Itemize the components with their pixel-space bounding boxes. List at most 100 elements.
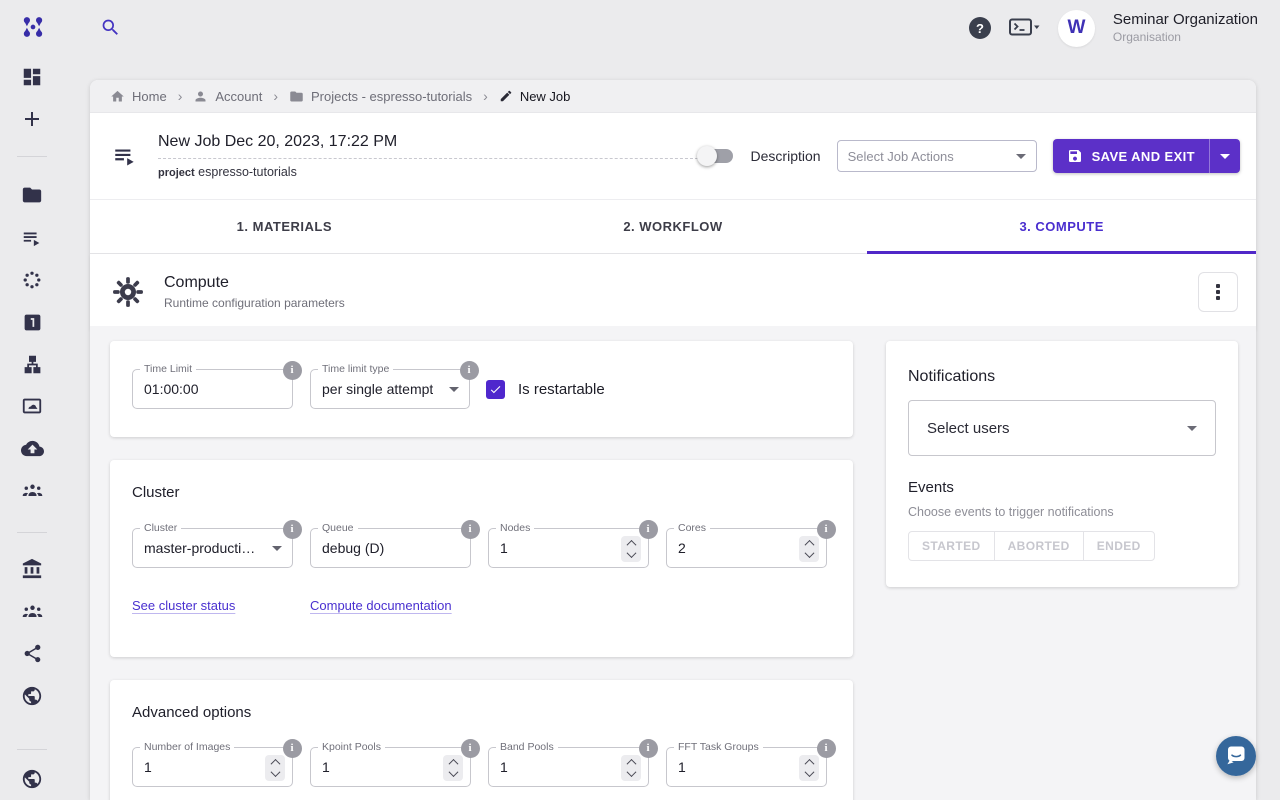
info-icon[interactable]: i	[461, 520, 480, 539]
breadcrumb-new-job[interactable]: New Job	[499, 89, 571, 104]
job-title-input[interactable]: New Job Dec 20, 2023, 17:22 PM	[158, 133, 698, 159]
sidebar-item-workflows[interactable]	[0, 301, 64, 343]
edit-icon	[499, 89, 513, 103]
console-icon[interactable]	[1009, 18, 1040, 38]
breadcrumb-label: Projects - espresso-tutorials	[311, 89, 472, 104]
info-icon[interactable]: i	[283, 520, 302, 539]
description-label: Description	[751, 148, 821, 164]
save-options-caret[interactable]	[1209, 139, 1240, 173]
dropdown-caret-icon	[272, 546, 282, 551]
org-name: Seminar Organization	[1113, 11, 1258, 30]
sidebar-item-bank[interactable]	[0, 548, 64, 590]
chat-launcher-button[interactable]	[1216, 736, 1256, 776]
breadcrumb-label: Account	[215, 89, 262, 104]
compute-section-header: Compute Runtime configuration parameters	[90, 254, 1256, 329]
select-users-placeholder: Select users	[927, 420, 1010, 437]
field-label: Queue	[318, 522, 358, 534]
project-value: espresso-tutorials	[198, 165, 297, 179]
cluster-status-link[interactable]: See cluster status	[132, 598, 310, 613]
sidebar-item-dashboard[interactable]	[0, 56, 64, 98]
field-label: Number of Images	[140, 741, 234, 753]
job-actions-select[interactable]: Select Job Actions	[837, 140, 1037, 172]
field-label: Kpoint Pools	[318, 741, 385, 753]
stepper-buttons[interactable]	[265, 755, 285, 781]
tab-materials[interactable]: 1. MATERIALS	[90, 200, 479, 253]
breadcrumb-home[interactable]: Home	[110, 89, 167, 104]
sidebar-item-materials[interactable]	[0, 259, 64, 301]
sidebar-item-uploads[interactable]	[0, 428, 64, 470]
compute-title: Compute	[164, 274, 345, 292]
time-limit-field[interactable]: Time Limit 01:00:00 i	[132, 369, 293, 409]
sidebar-item-designer[interactable]	[0, 343, 64, 385]
breadcrumb-project[interactable]: Projects - espresso-tutorials	[289, 89, 472, 104]
band-pools-stepper[interactable]: Band Pools 1 i	[488, 747, 649, 787]
time-limit-type-select[interactable]: Time limit type per single attempt i	[310, 369, 470, 409]
breadcrumb-separator: ›	[273, 88, 278, 104]
cores-stepper[interactable]: Cores 2 i	[666, 528, 827, 568]
compute-kebab-menu[interactable]	[1198, 272, 1238, 312]
search-icon[interactable]	[100, 17, 121, 38]
app-logo-icon[interactable]	[18, 12, 48, 42]
info-icon[interactable]: i	[639, 739, 658, 758]
compute-content: Time Limit 01:00:00 i Time limit type pe…	[90, 326, 1256, 800]
user-avatar[interactable]: W	[1058, 10, 1095, 47]
sidebar-item-projects[interactable]	[0, 174, 64, 216]
field-label: Time limit type	[318, 363, 393, 375]
sidebar-item-people[interactable]	[0, 590, 64, 632]
sidebar-item-media[interactable]	[0, 385, 64, 427]
nodes-stepper[interactable]: Nodes 1 i	[488, 528, 649, 568]
tab-label: 2. WORKFLOW	[623, 219, 722, 234]
project-label: project	[158, 167, 195, 179]
sidebar-item-team[interactable]	[0, 470, 64, 512]
tab-compute[interactable]: 3. COMPUTE	[867, 200, 1256, 253]
stepper-buttons[interactable]	[621, 536, 641, 562]
sidebar-item-share[interactable]	[0, 632, 64, 674]
fft-task-groups-stepper[interactable]: FFT Task Groups 1 i	[666, 747, 827, 787]
stepper-buttons[interactable]	[799, 536, 819, 562]
info-icon[interactable]: i	[817, 739, 836, 758]
breadcrumb: Home › Account › Projects - espresso-tut…	[90, 80, 1256, 113]
is-restartable-checkbox[interactable]: Is restartable	[486, 380, 605, 399]
field-label: FFT Task Groups	[674, 741, 763, 753]
field-label: Band Pools	[496, 741, 558, 753]
compute-documentation-link[interactable]: Compute documentation	[310, 598, 452, 613]
field-label: Nodes	[496, 522, 534, 534]
tab-workflow[interactable]: 2. WORKFLOW	[479, 200, 868, 253]
stepper-buttons[interactable]	[799, 755, 819, 781]
info-icon[interactable]: i	[283, 361, 302, 380]
info-icon[interactable]: i	[283, 739, 302, 758]
event-aborted-button[interactable]: ABORTED	[995, 532, 1084, 560]
checkbox-checked-icon	[486, 380, 505, 399]
sidebar-item-public[interactable]	[0, 675, 64, 717]
field-value: 1	[678, 759, 686, 775]
cluster-select[interactable]: Cluster master-productio… i	[132, 528, 293, 568]
description-toggle[interactable]	[699, 149, 733, 163]
info-icon[interactable]: i	[460, 361, 479, 380]
info-icon[interactable]: i	[639, 520, 658, 539]
main-panel: Home › Account › Projects - espresso-tut…	[90, 80, 1256, 800]
job-actions-placeholder: Select Job Actions	[848, 149, 954, 164]
select-users-dropdown[interactable]: Select users	[908, 400, 1216, 456]
help-icon[interactable]: ?	[969, 17, 991, 39]
save-and-exit-button[interactable]: SAVE AND EXIT	[1053, 139, 1240, 173]
sidebar-item-create[interactable]	[0, 98, 64, 140]
event-ended-button[interactable]: ENDED	[1084, 532, 1154, 560]
queue-field[interactable]: Queue debug (D) i	[310, 528, 471, 568]
dropdown-caret-icon	[1187, 426, 1197, 431]
cluster-card-title: Cluster	[132, 460, 831, 501]
sidebar-item-more[interactable]	[0, 758, 64, 800]
event-started-button[interactable]: STARTED	[909, 532, 995, 560]
info-icon[interactable]: i	[461, 739, 480, 758]
sidebar-item-jobs[interactable]	[0, 217, 64, 259]
field-value: 1	[500, 759, 508, 775]
breadcrumb-account[interactable]: Account	[193, 89, 262, 104]
stepper-buttons[interactable]	[621, 755, 641, 781]
top-bar: ? W Seminar Organization Organisation	[0, 0, 1280, 56]
org-menu[interactable]: Seminar Organization Organisation	[1113, 11, 1258, 45]
info-icon[interactable]: i	[817, 520, 836, 539]
sidebar	[0, 56, 64, 800]
kpoint-pools-stepper[interactable]: Kpoint Pools 1 i	[310, 747, 471, 787]
number-of-images-stepper[interactable]: Number of Images 1 i	[132, 747, 293, 787]
stepper-buttons[interactable]	[443, 755, 463, 781]
event-buttons-group: STARTED ABORTED ENDED	[908, 531, 1155, 561]
